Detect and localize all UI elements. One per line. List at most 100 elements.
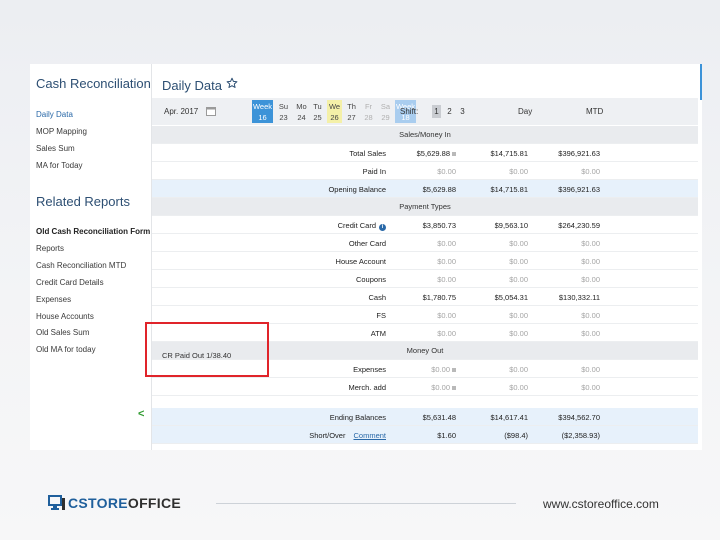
mtd-value: $0.00 (530, 365, 600, 374)
day-number: 27 (347, 113, 356, 122)
day-value: $14,617.41 (458, 413, 528, 422)
day-5-button[interactable]: Th 27 (344, 100, 359, 123)
day-value: $0.00 (458, 311, 528, 320)
row-label: ATM (371, 329, 386, 338)
row-label-text: Short/Over (309, 431, 346, 440)
day-number: 29 (381, 113, 390, 122)
day-number: 24 (297, 113, 306, 122)
day-6-button[interactable]: Fr 28 (361, 100, 376, 123)
lock-icon (452, 152, 456, 156)
related-link-house-accounts[interactable]: House Accounts (36, 312, 94, 321)
value-text: $0.00 (509, 383, 528, 392)
shift-value: $0.00 (386, 275, 456, 284)
row-label-text: Paid In (362, 167, 386, 176)
shift-value: $0.00 (386, 311, 456, 320)
sidebar-item-sales-sum[interactable]: Sales Sum (36, 144, 75, 153)
value-text: $130,332.11 (558, 293, 600, 302)
value-text: $0.00 (437, 257, 456, 266)
scrollbar[interactable] (700, 64, 702, 100)
day-number: 26 (330, 113, 339, 122)
day-value: ($98.4) (458, 431, 528, 440)
related-link-old-ma-for-today[interactable]: Old MA for today (36, 345, 96, 354)
value-text: $5,631.48 (422, 413, 456, 422)
related-reports-title: Related Reports (36, 194, 130, 209)
day-value: $0.00 (458, 239, 528, 248)
day-1-button[interactable]: Su 23 (276, 100, 291, 123)
row-label-text: Expenses (353, 365, 386, 374)
shift-value: $0.00 (386, 257, 456, 266)
related-link-old-sales-sum[interactable]: Old Sales Sum (36, 328, 89, 337)
value-text: $0.00 (431, 383, 450, 392)
logo-text-cstore: CSTORE (68, 495, 128, 511)
day-3-button[interactable]: Tu 25 (310, 100, 325, 123)
shift-1-button[interactable]: 1 (432, 105, 441, 118)
info-icon[interactable]: i (379, 224, 386, 231)
sidebar-item-mop-mapping[interactable]: MOP Mapping (36, 127, 87, 136)
value-text: ($98.4) (504, 431, 528, 440)
app-screenshot: Cash Reconciliation Daily Data MOP Mappi… (30, 64, 702, 450)
comment-link[interactable]: Comment (353, 431, 386, 440)
row-label-text: Credit Card (337, 221, 376, 230)
value-text: $0.00 (437, 239, 456, 248)
row-label-text: House Account (335, 257, 386, 266)
shift-value: $5,631.48 (386, 413, 456, 422)
shift-value: $5,629.88 (386, 185, 456, 194)
shift-3-button[interactable]: 3 (458, 105, 467, 118)
day-value: $14,715.81 (458, 149, 528, 158)
table-row: Credit Card i $3,850.73 $9,563.10 $264,230.5… (152, 216, 698, 234)
related-link-credit-card-details[interactable]: Credit Card Details (36, 278, 104, 287)
mtd-value: $396,921.63 (530, 185, 600, 194)
value-text: $0.00 (581, 167, 600, 176)
day-2-button[interactable]: Mo 24 (294, 100, 309, 123)
value-text: $0.00 (509, 365, 528, 374)
shift-value: $0.00 (386, 383, 456, 392)
row-label: Cash (368, 293, 386, 302)
logo-text-office: OFFICE (127, 495, 182, 511)
mtd-value: $394,562.70 (530, 413, 600, 422)
value-text: $1.60 (437, 431, 456, 440)
row-label-text: FS (376, 311, 386, 320)
sidebar-title: Cash Reconciliation (36, 76, 151, 91)
week-0-button[interactable]: Week 16 (252, 100, 273, 123)
mtd-value: $264,230.59 (530, 221, 600, 230)
sidebar-item-ma-for-today[interactable]: MA for Today (36, 161, 83, 170)
day-column-header: Day (518, 107, 533, 116)
related-link-cash-reconciliation-mtd[interactable]: Cash Reconciliation MTD (36, 261, 126, 270)
day-4-button[interactable]: We 26 (327, 100, 342, 123)
table-row: Total Sales $5,629.88 $14,715.81 $396,921.6… (152, 144, 698, 162)
cstoreoffice-logo: CSTOREOFFICE (48, 494, 181, 512)
day-value: $0.00 (458, 275, 528, 284)
table-row: Other Card $0.00 $0.00 $0.00 (152, 234, 698, 252)
mtd-column-header: MTD (586, 107, 604, 116)
value-text: $5,054.31 (494, 293, 528, 302)
row-label-text: Coupons (355, 275, 386, 284)
day-name: Su (278, 102, 289, 111)
shift-2-button[interactable]: 2 (445, 105, 454, 118)
mtd-value: $0.00 (530, 257, 600, 266)
day-value: $0.00 (458, 167, 528, 176)
row-label-text: Merch. add (348, 383, 386, 392)
related-link-expenses[interactable]: Expenses (36, 295, 71, 304)
value-text: $394,562.70 (558, 413, 600, 422)
related-link-old-cash-reconciliation-form[interactable]: Old Cash Reconciliation Form (36, 227, 150, 236)
day-7-button[interactable]: Sa 29 (378, 100, 393, 123)
shift-value: $0.00 (386, 167, 456, 176)
money-out-label: Money Out (406, 346, 444, 355)
star-icon[interactable] (226, 77, 238, 89)
sidebar-item-daily-data[interactable]: Daily Data (36, 110, 73, 119)
value-text: $0.00 (509, 239, 528, 248)
mtd-value: $0.00 (530, 329, 600, 338)
day-value: $0.00 (458, 365, 528, 374)
value-text: $3,850.73 (422, 221, 456, 230)
collapse-sidebar-chevron-icon[interactable]: < (138, 408, 144, 420)
related-link-reports[interactable]: Reports (36, 244, 64, 253)
calendar-icon[interactable] (206, 106, 216, 116)
row-label-text: Total Sales (349, 149, 386, 158)
value-text: $0.00 (581, 257, 600, 266)
shift-value: $0.00 (386, 239, 456, 248)
payment-types-header: Payment Types (152, 198, 698, 216)
day-number: 28 (364, 113, 373, 122)
mtd-value: $0.00 (530, 275, 600, 284)
day-number: 23 (279, 113, 288, 122)
shift-label: Shift: (400, 107, 419, 116)
